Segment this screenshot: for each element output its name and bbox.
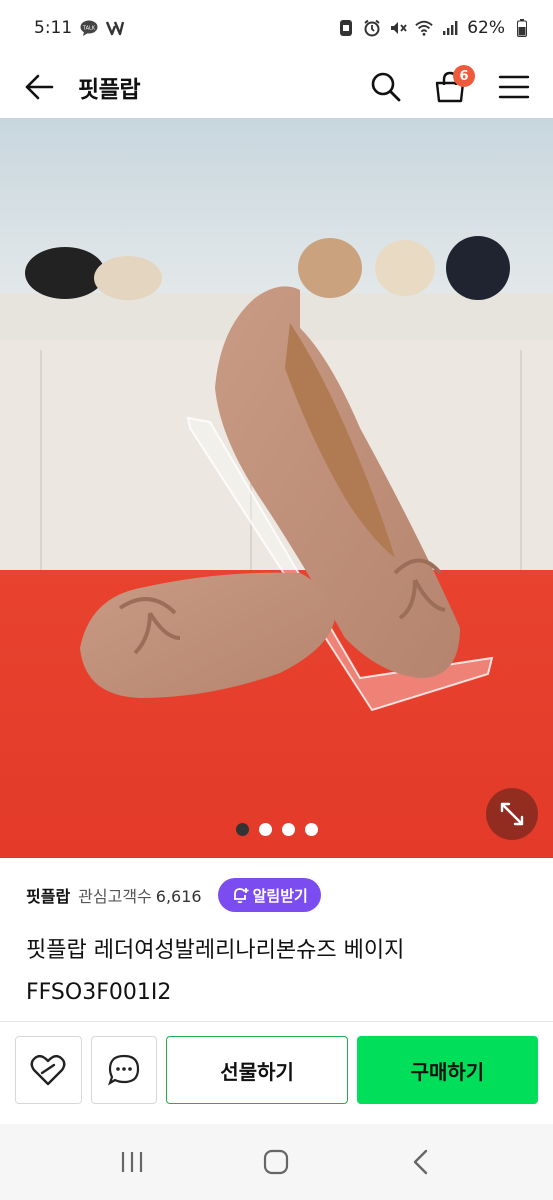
store-name[interactable]: 핏플랍 [26,883,70,907]
divider [0,1021,553,1022]
battery-icon [513,19,531,37]
cart-count-badge: 6 [453,65,475,87]
talk-icon: TALK [80,19,98,37]
watchers-info: 관심고객수 6,616 [78,883,201,907]
system-back-icon[interactable] [402,1143,440,1181]
chat-bubble-icon [108,1054,140,1086]
buy-button[interactable]: 구매하기 [356,1036,538,1104]
gallery-pagination [0,823,553,836]
watchers-label: 관심고객수 [78,887,152,906]
back-arrow-icon[interactable] [20,68,58,106]
page-title: 핏플랍 [78,77,140,103]
alarm-icon [363,19,381,37]
watchers-count: 6,616 [155,887,202,906]
menu-icon[interactable] [495,68,533,106]
svg-text:TALK: TALK [82,26,96,32]
purchase-bar: 선물하기 구매하기 [15,1036,538,1104]
gallery-dot[interactable] [235,823,249,836]
expand-icon [500,802,524,826]
app-bar: 핏플랍 6 [0,56,553,118]
product-image-gallery[interactable] [0,118,553,858]
notify-button[interactable]: 알림받기 [217,878,321,912]
home-icon[interactable] [257,1143,295,1181]
product-name: 핏플랍 레더여성발레리나리본슈즈 베이지 FFSO3F001I2 [26,938,405,1005]
status-time: 5:11 [34,18,73,38]
chat-button[interactable] [90,1036,158,1104]
gallery-dot[interactable] [258,823,272,836]
signal-icon [441,19,459,37]
notify-label: 알림받기 [252,886,308,905]
wifi-icon [415,19,433,37]
v-icon [106,19,125,37]
store-info-row: 핏플랍 관심고객수 6,616 알림받기 [26,878,321,912]
search-icon[interactable] [367,68,405,106]
battery-percent: 62% [467,18,505,38]
mute-icon [389,19,407,37]
cart-button[interactable]: 6 [431,65,475,106]
expand-image-button[interactable] [486,788,538,840]
gallery-dot[interactable] [281,823,295,836]
app-icon [337,19,355,37]
gallery-dot[interactable] [304,823,318,836]
recent-apps-icon[interactable] [113,1143,151,1181]
heart-icon [30,1054,66,1086]
product-photo [0,118,553,858]
system-nav-bar [0,1124,553,1200]
gift-button[interactable]: 선물하기 [166,1036,348,1104]
wishlist-button[interactable] [15,1036,82,1104]
screen: 5:11 TALK 62% 핏플랍 6 핏플랍 관심고객수 6,616 알림받기… [0,0,553,1200]
bell-plus-icon [233,888,249,904]
status-bar: 5:11 TALK 62% [0,0,553,56]
